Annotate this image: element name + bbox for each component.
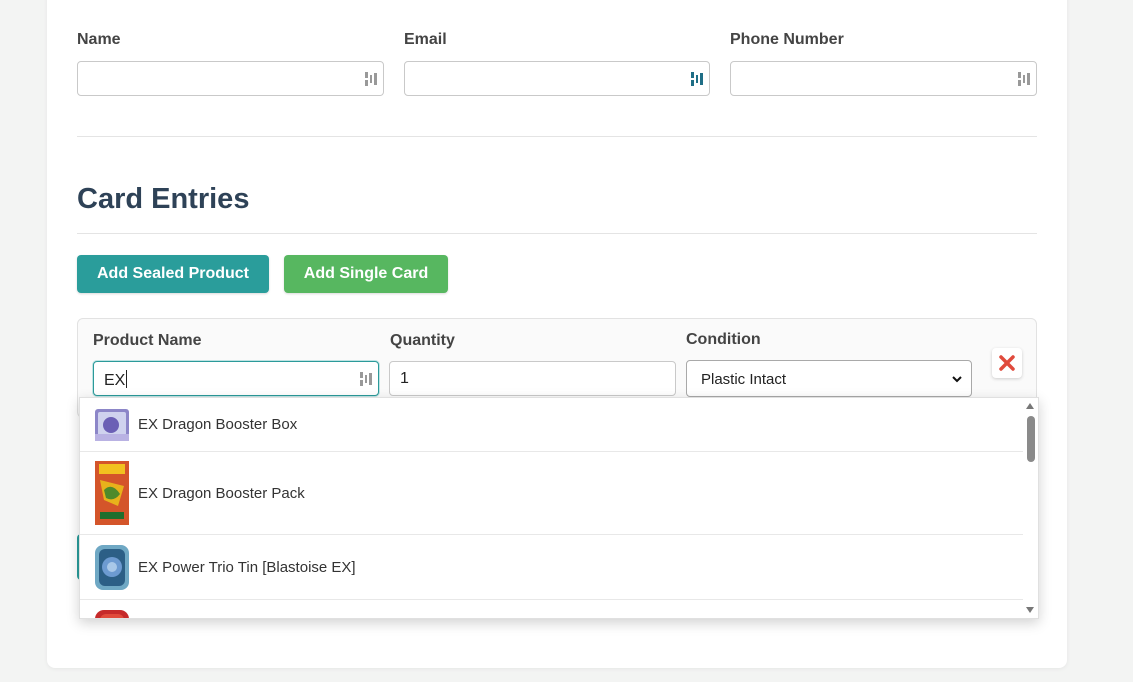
text-caret [126, 370, 128, 388]
suggestion-item[interactable]: EX Dragon Booster Box [80, 398, 1023, 452]
quantity-input[interactable]: 1 [389, 361, 676, 396]
booster-box-icon [95, 409, 129, 441]
scroll-down-arrow-icon[interactable] [1026, 607, 1034, 613]
tin-icon [95, 610, 129, 618]
add-single-card-button[interactable]: Add Single Card [284, 255, 448, 293]
title-underline [77, 233, 1037, 234]
suggestion-item[interactable]: EX Power Trio Tin [Blastoise EX] [80, 535, 1023, 600]
condition-label: Condition [686, 331, 761, 348]
scroll-thumb[interactable] [1027, 416, 1035, 462]
email-input[interactable] [404, 61, 710, 96]
password-manager-icon[interactable] [365, 71, 377, 87]
chevron-down-icon [952, 376, 962, 383]
suggestion-item[interactable]: EX Dragon Booster Pack [80, 452, 1023, 535]
product-name-value: EX [104, 372, 126, 389]
section-title: Card Entries [77, 183, 250, 215]
name-input[interactable] [77, 61, 384, 96]
password-manager-icon[interactable] [360, 371, 372, 387]
phone-label: Phone Number [730, 31, 844, 48]
password-manager-icon[interactable] [1018, 71, 1030, 87]
dropdown-scrollbar[interactable] [1023, 398, 1038, 618]
add-sealed-product-button[interactable]: Add Sealed Product [77, 255, 269, 293]
password-manager-icon[interactable] [691, 71, 703, 87]
close-icon [999, 355, 1015, 371]
tin-icon [95, 545, 129, 590]
phone-input[interactable] [730, 61, 1037, 96]
autocomplete-dropdown[interactable]: EX Dragon Booster Box EX Dragon Booster … [79, 397, 1039, 619]
name-label: Name [77, 31, 121, 48]
section-divider [77, 136, 1037, 137]
scroll-up-arrow-icon[interactable] [1026, 403, 1034, 409]
suggestion-item[interactable] [80, 600, 1023, 618]
condition-select[interactable]: Plastic Intact [686, 360, 972, 397]
booster-pack-icon [95, 461, 129, 525]
email-label: Email [404, 31, 447, 48]
remove-entry-button[interactable] [992, 348, 1022, 378]
product-name-label: Product Name [93, 332, 202, 349]
quantity-label: Quantity [390, 332, 455, 349]
product-name-input[interactable]: EX [93, 361, 379, 396]
